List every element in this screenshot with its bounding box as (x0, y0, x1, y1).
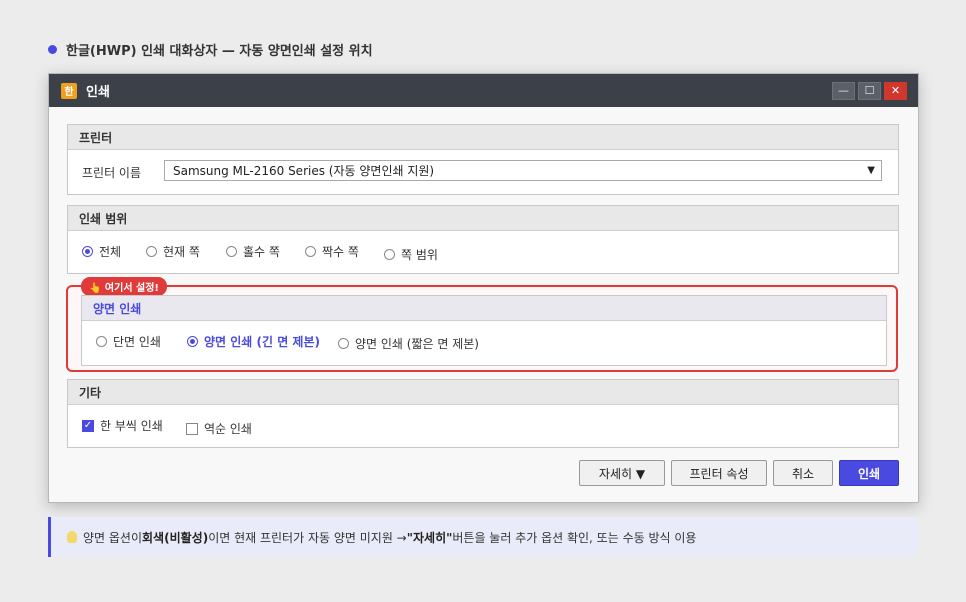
maximize-button[interactable]: ☐ (858, 81, 881, 100)
reverse-label: 역순 인쇄 (204, 422, 252, 436)
radio-icon (384, 249, 395, 260)
bullet-icon (48, 45, 57, 54)
radio-selected-icon (187, 336, 198, 347)
printer-name-label: 프린터 이름 (82, 166, 142, 180)
range-pages-label: 쪽 범위 (401, 248, 438, 262)
range-all-radio[interactable]: 전체 (82, 243, 121, 260)
reverse-checkbox[interactable]: 역순 인쇄 (186, 420, 252, 437)
details-button[interactable]: 자세히 ▼ (579, 460, 665, 486)
radio-icon (226, 246, 237, 257)
range-current-radio[interactable]: 현재 쪽 (146, 243, 200, 260)
titlebar: 한 인쇄 — ☐ ✕ (49, 74, 918, 107)
minimize-button[interactable]: — (832, 81, 855, 100)
duplex-single-label: 단면 인쇄 (113, 335, 161, 349)
range-even-radio[interactable]: 짝수 쪽 (305, 243, 359, 260)
range-current-label: 현재 쪽 (163, 245, 200, 259)
checkmark-icon: ✓ (82, 419, 94, 432)
etc-group-title: 기타 (68, 380, 898, 405)
radio-selected-icon (82, 246, 93, 257)
dialog-title: 인쇄 (86, 85, 110, 100)
tip-box: 양면 옵션이 회색(비활성) 이면 현재 프린터가 자동 양면 미지원 → "자… (48, 517, 918, 557)
printer-group-title: 프린터 (68, 125, 898, 150)
printer-group: 프린터 프린터 이름 Samsung ML-2160 Series (자동 양면… (67, 124, 899, 195)
range-even-label: 짝수 쪽 (322, 245, 359, 259)
tip-text-1: 양면 옵션이 (83, 530, 143, 545)
tip-text-3: 버튼을 눌러 추가 옵션 확인, 또는 수동 방식 이용 (452, 530, 697, 545)
lightbulb-icon (67, 531, 77, 543)
set-here-tag: 👆 여기서 설정! (81, 277, 167, 296)
printer-select-value: Samsung ML-2160 Series (자동 양면인쇄 지원) (173, 164, 435, 178)
printer-select[interactable]: Samsung ML-2160 Series (자동 양면인쇄 지원) ▼ (164, 160, 882, 181)
range-odd-radio[interactable]: 홀수 쪽 (226, 243, 280, 260)
print-range-group: 인쇄 범위 전체 현재 쪽 홀수 쪽 짝수 쪽 쪽 범위 (67, 205, 899, 274)
duplex-short-edge-radio[interactable]: 양면 인쇄 (짧은 면 제본) (338, 335, 479, 352)
heading-text: 한글(HWP) 인쇄 대화상자 — 자동 양면인쇄 설정 위치 (66, 44, 373, 59)
duplex-group-title: 양면 인쇄 (82, 296, 886, 321)
range-all-label: 전체 (99, 245, 122, 259)
tip-bold-2: "자세히" (406, 530, 453, 545)
etc-group: 기타 ✓ 한 부씩 인쇄 역순 인쇄 (67, 379, 899, 448)
collate-label: 한 부씩 인쇄 (100, 419, 163, 433)
cancel-button[interactable]: 취소 (773, 460, 833, 486)
duplex-group: 양면 인쇄 단면 인쇄 양면 인쇄 (긴 면 제본) 양면 인쇄 (짧은 면 제… (81, 295, 887, 366)
duplex-long-edge-radio[interactable]: 양면 인쇄 (긴 면 제본) (187, 333, 320, 350)
duplex-short-edge-label: 양면 인쇄 (짧은 면 제본) (355, 337, 479, 351)
printer-properties-button[interactable]: 프린터 속성 (671, 460, 767, 486)
radio-icon (305, 246, 316, 257)
print-button[interactable]: 인쇄 (839, 460, 899, 486)
hwp-app-icon: 한 (61, 82, 77, 99)
range-odd-label: 홀수 쪽 (243, 245, 280, 259)
radio-icon (338, 338, 349, 349)
chevron-down-icon: ▼ (867, 165, 875, 176)
print-dialog: 한 인쇄 — ☐ ✕ 프린터 프린터 이름 Samsung ML-2160 Se… (48, 73, 919, 503)
duplex-long-edge-label: 양면 인쇄 (긴 면 제본) (204, 335, 321, 349)
range-pages-radio[interactable]: 쪽 범위 (384, 246, 438, 263)
tip-text-2: 이면 현재 프린터가 자동 양면 미지원 → (208, 530, 407, 545)
duplex-single-radio[interactable]: 단면 인쇄 (96, 333, 161, 350)
page-heading: 한글(HWP) 인쇄 대화상자 — 자동 양면인쇄 설정 위치 (48, 40, 373, 59)
radio-icon (96, 336, 107, 347)
close-button[interactable]: ✕ (884, 81, 907, 100)
checkbox-icon (186, 422, 198, 435)
tip-bold-1: 회색(비활성) (142, 530, 209, 545)
radio-icon (146, 246, 157, 257)
duplex-highlight: 👆 여기서 설정! 양면 인쇄 단면 인쇄 양면 인쇄 (긴 면 제본) 양면 … (66, 277, 898, 372)
collate-checkbox[interactable]: ✓ 한 부씩 인쇄 (82, 417, 163, 434)
print-range-title: 인쇄 범위 (68, 206, 898, 231)
